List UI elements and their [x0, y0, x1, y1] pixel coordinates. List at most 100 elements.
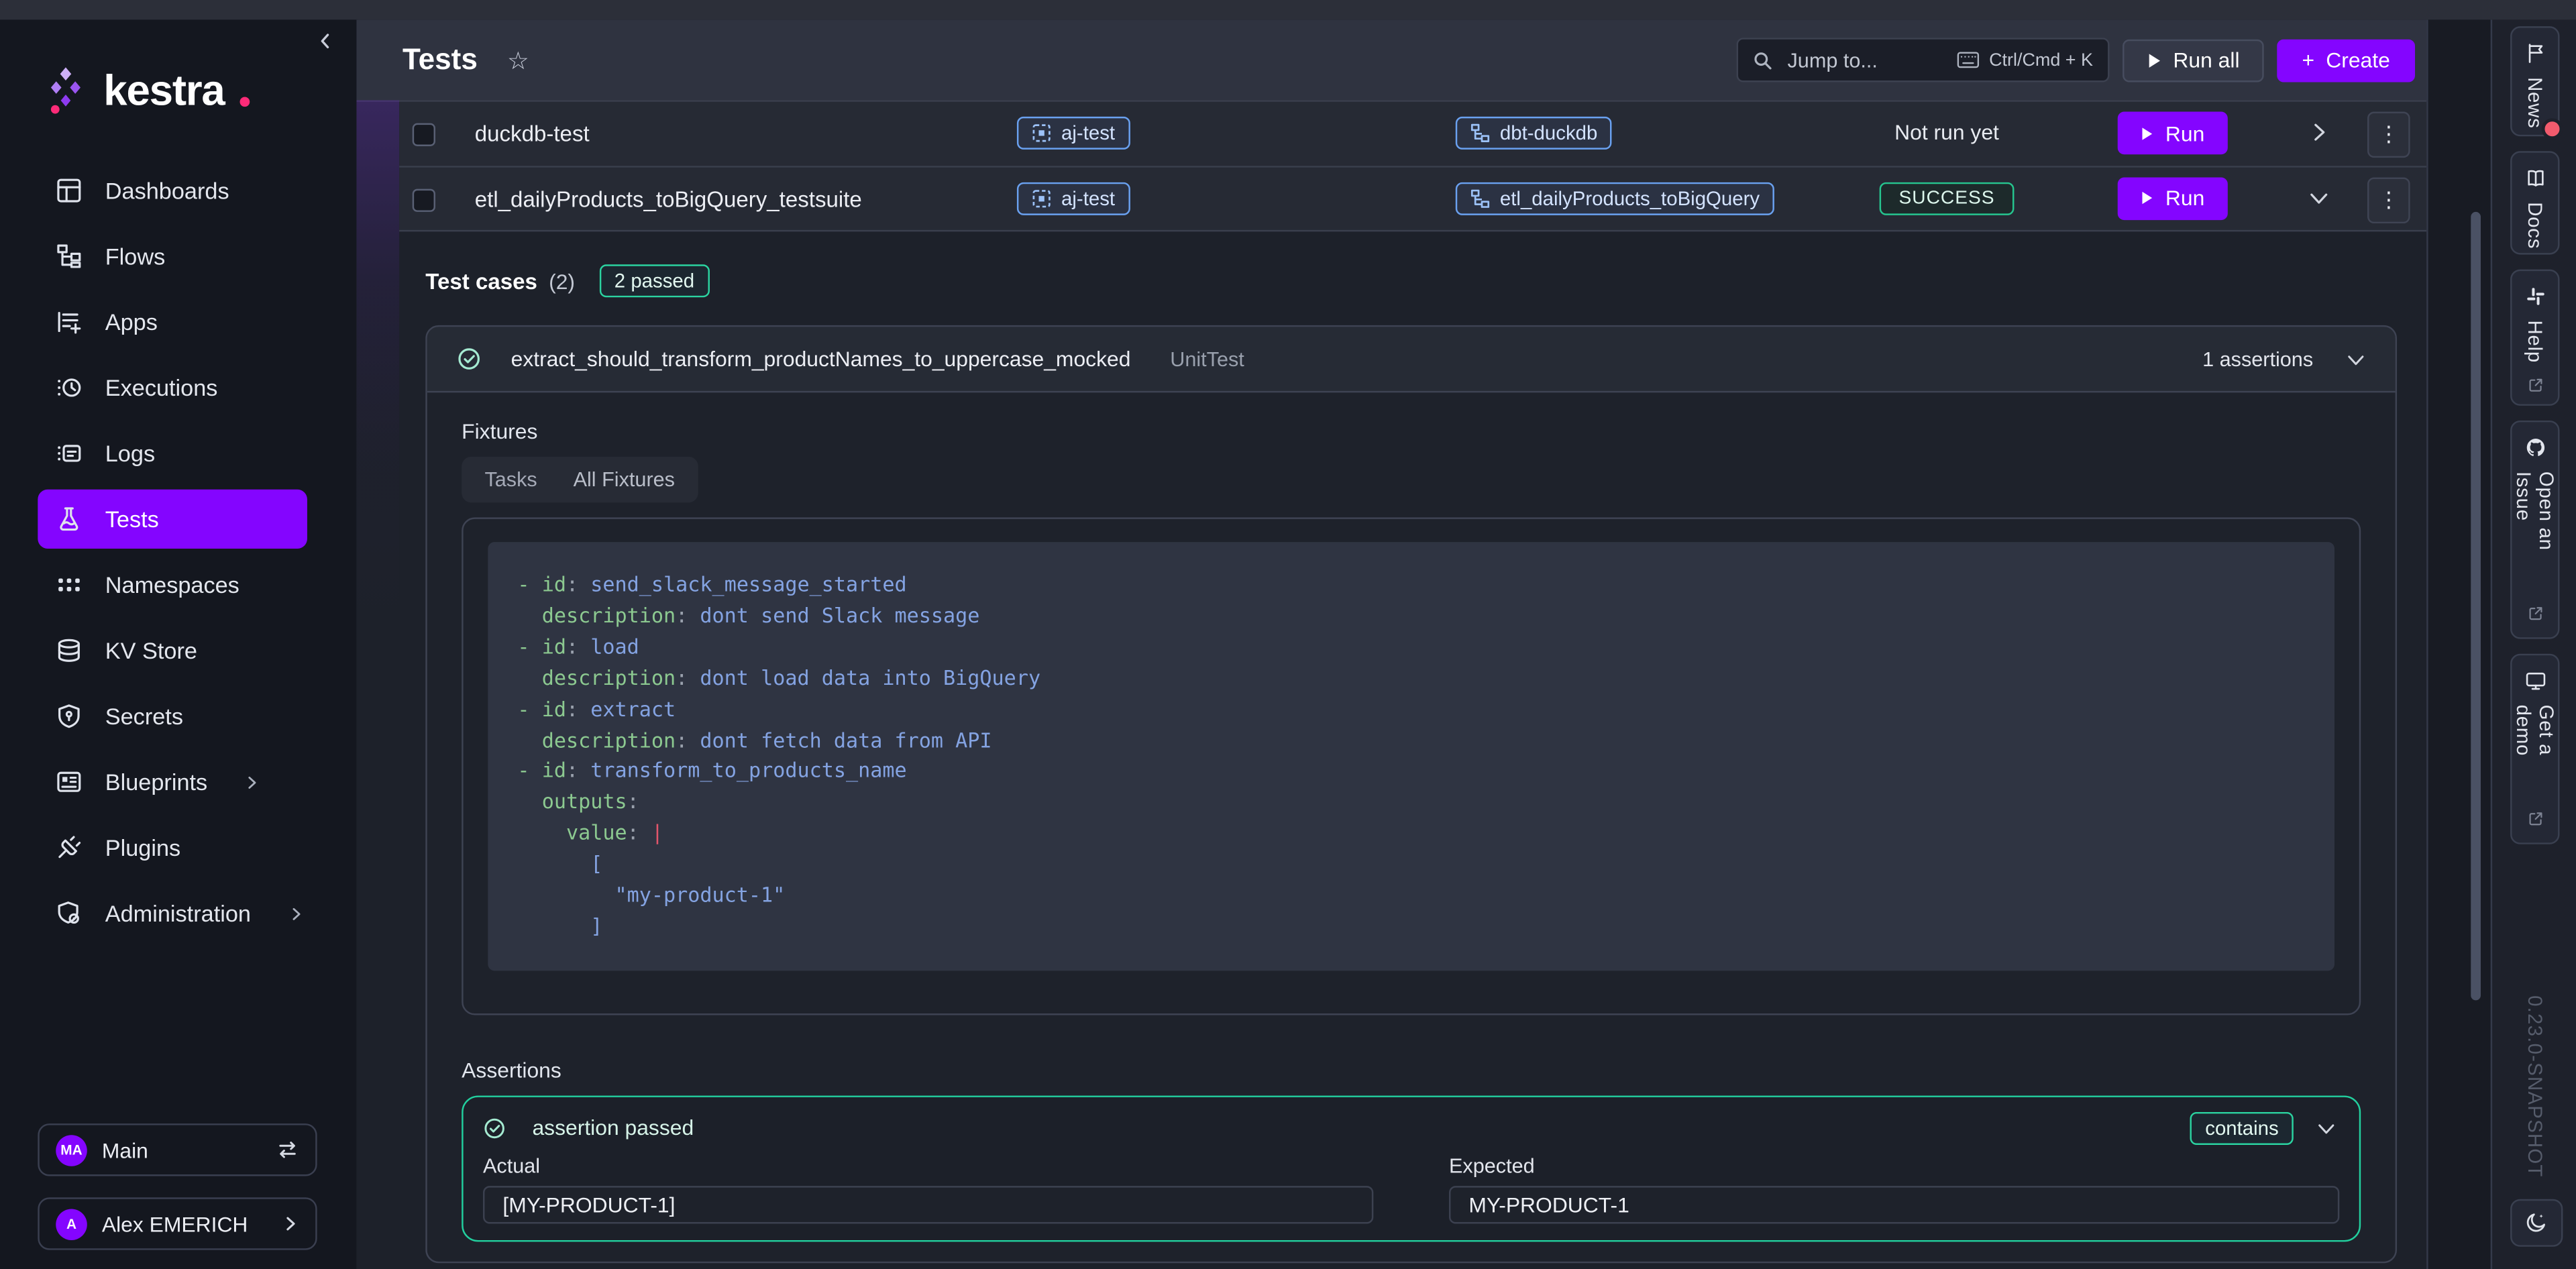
test-case-card: extract_should_transform_productNames_to…	[425, 325, 2397, 1263]
sidebar-item-apps[interactable]: Apps	[38, 292, 307, 351]
blueprints-icon	[56, 769, 82, 795]
administration-icon	[56, 900, 82, 926]
sidebar-item-label: KV Store	[105, 637, 197, 663]
flow-icon	[1470, 123, 1490, 143]
table-row[interactable]: duckdb-test aj-test dbt-duckdb Not run y…	[399, 102, 2426, 167]
run-button[interactable]: Run	[2118, 176, 2228, 219]
chevron-right-icon	[282, 1215, 299, 1231]
tests-flask-icon	[56, 506, 82, 532]
jump-to-search[interactable]: Ctrl/Cmd + K	[1737, 38, 2110, 82]
actual-value-field[interactable]	[483, 1186, 1373, 1223]
create-button[interactable]: + Create	[2277, 39, 2415, 82]
sidebar-item-plugins[interactable]: Plugins	[38, 818, 307, 877]
moon-icon	[2525, 1211, 2548, 1234]
sidebar-item-tests[interactable]: Tests	[38, 490, 307, 549]
plugins-icon	[56, 834, 82, 861]
row-checkbox[interactable]	[413, 188, 435, 211]
expected-label: Expected	[1449, 1154, 2339, 1177]
namespace-icon	[1032, 123, 1051, 143]
sidebar-item-administration[interactable]: Administration	[38, 884, 307, 943]
logs-icon	[56, 440, 82, 466]
sidebar-item-dashboards[interactable]: Dashboards	[38, 161, 307, 220]
expand-chevron-right-icon[interactable]	[2308, 121, 2331, 144]
test-name[interactable]: duckdb-test	[475, 121, 590, 146]
sidebar-item-blueprints[interactable]: Blueprints	[38, 753, 307, 812]
get-demo-button[interactable]: Get a demo	[2510, 654, 2559, 844]
test-case-header[interactable]: extract_should_transform_productNames_to…	[427, 327, 2396, 392]
help-button[interactable]: Help	[2510, 270, 2559, 406]
sidebar-item-namespaces[interactable]: Namespaces	[38, 555, 307, 614]
chevron-right-icon	[288, 906, 303, 921]
user-menu[interactable]: A Alex EMERICH	[38, 1197, 317, 1250]
sidebar-item-label: Administration	[105, 900, 251, 926]
collapse-chevron-down-icon[interactable]	[2308, 186, 2331, 209]
tab-tasks[interactable]: Tasks	[468, 463, 553, 496]
flow-label: etl_dailyProducts_toBigQuery	[1500, 186, 1760, 209]
sidebar-item-flows[interactable]: Flows	[38, 227, 307, 286]
assertion-card: assertion passed contains Actual	[462, 1095, 2361, 1242]
chevron-down-icon[interactable]	[2316, 1118, 2336, 1138]
chevron-left-icon	[315, 32, 335, 51]
table-row[interactable]: etl_dailyProducts_toBigQuery_testsuite a…	[399, 167, 2426, 232]
logo-dot	[239, 97, 250, 107]
search-input[interactable]	[1784, 47, 1929, 73]
scrollbar-thumb[interactable]	[2471, 212, 2481, 1001]
sidebar-item-logs[interactable]: Logs	[38, 424, 307, 483]
tests-table: duckdb-test aj-test dbt-duckdb Not run y…	[399, 102, 2426, 231]
news-label: News	[2524, 77, 2546, 128]
operator-badge: contains	[2190, 1112, 2294, 1145]
docs-button[interactable]: Docs	[2510, 151, 2559, 254]
tenant-avatar: MA	[56, 1134, 87, 1166]
flow-badge[interactable]: dbt-duckdb	[1456, 117, 1613, 150]
docs-label: Docs	[2524, 202, 2546, 249]
sidebar-item-label: Plugins	[105, 834, 180, 861]
news-button[interactable]: News	[2510, 26, 2559, 136]
check-circle-icon	[483, 1117, 506, 1140]
theme-toggle-button[interactable]	[2510, 1199, 2563, 1246]
create-label: Create	[2326, 48, 2390, 72]
flows-icon	[56, 243, 82, 269]
external-link-icon	[2526, 604, 2544, 622]
flow-label: dbt-duckdb	[1500, 121, 1597, 144]
status-badge: SUCCESS	[1879, 182, 2015, 215]
tenant-selector[interactable]: MA Main	[38, 1123, 317, 1176]
namespace-label: aj-test	[1061, 186, 1115, 209]
row-menu-button[interactable]: ⋮	[2367, 176, 2410, 223]
namespaces-icon	[56, 571, 82, 598]
tab-all-fixtures[interactable]: All Fixtures	[557, 463, 691, 496]
assertion-status: assertion passed	[532, 1116, 694, 1141]
namespace-badge[interactable]: aj-test	[1017, 182, 1130, 215]
run-label: Run	[2165, 186, 2204, 211]
run-button[interactable]: Run	[2118, 112, 2228, 155]
run-all-button[interactable]: Run all	[2123, 39, 2264, 82]
test-name[interactable]: etl_dailyProducts_toBigQuery_testsuite	[475, 186, 862, 211]
check-circle-icon	[457, 347, 482, 372]
assertions-heading: Assertions	[462, 1058, 2361, 1083]
flow-badge[interactable]: etl_dailyProducts_toBigQuery	[1456, 182, 1774, 215]
notification-dot	[2542, 118, 2563, 140]
open-issue-button[interactable]: Open an Issue	[2510, 421, 2559, 639]
fixtures-heading: Fixtures	[462, 419, 2361, 443]
namespace-badge[interactable]: aj-test	[1017, 117, 1130, 150]
test-case-name: extract_should_transform_productNames_to…	[511, 347, 1131, 372]
sidebar-item-label: Namespaces	[105, 571, 239, 598]
test-cases-heading: Test cases	[425, 268, 537, 293]
chevron-down-icon[interactable]	[2346, 349, 2365, 368]
sidebar-item-secrets[interactable]: Secrets	[38, 687, 307, 746]
expected-value-field[interactable]	[1449, 1186, 2339, 1223]
sidebar-item-kv-store[interactable]: KV Store	[38, 621, 307, 680]
kestra-logo-icon	[41, 64, 90, 117]
test-case-type: UnitTest	[1170, 347, 1244, 370]
shortcut-label: Ctrl/Cmd + K	[1989, 50, 2093, 70]
window-top-strip	[0, 0, 2576, 19]
row-checkbox[interactable]	[413, 123, 435, 146]
page-header: Tests ☆ Ctrl/Cmd + K Run all + C	[356, 19, 2426, 101]
kestra-logo[interactable]: kestra	[41, 64, 249, 117]
run-all-label: Run all	[2173, 48, 2239, 72]
sidebar-item-executions[interactable]: Executions	[38, 358, 307, 417]
sidebar-collapse-button[interactable]	[315, 32, 335, 51]
favorite-star-icon[interactable]: ☆	[507, 45, 529, 74]
row-menu-button[interactable]: ⋮	[2367, 112, 2410, 158]
fixtures-tabs: Tasks All Fixtures	[462, 457, 698, 503]
sidebar-item-label: Apps	[105, 309, 158, 335]
